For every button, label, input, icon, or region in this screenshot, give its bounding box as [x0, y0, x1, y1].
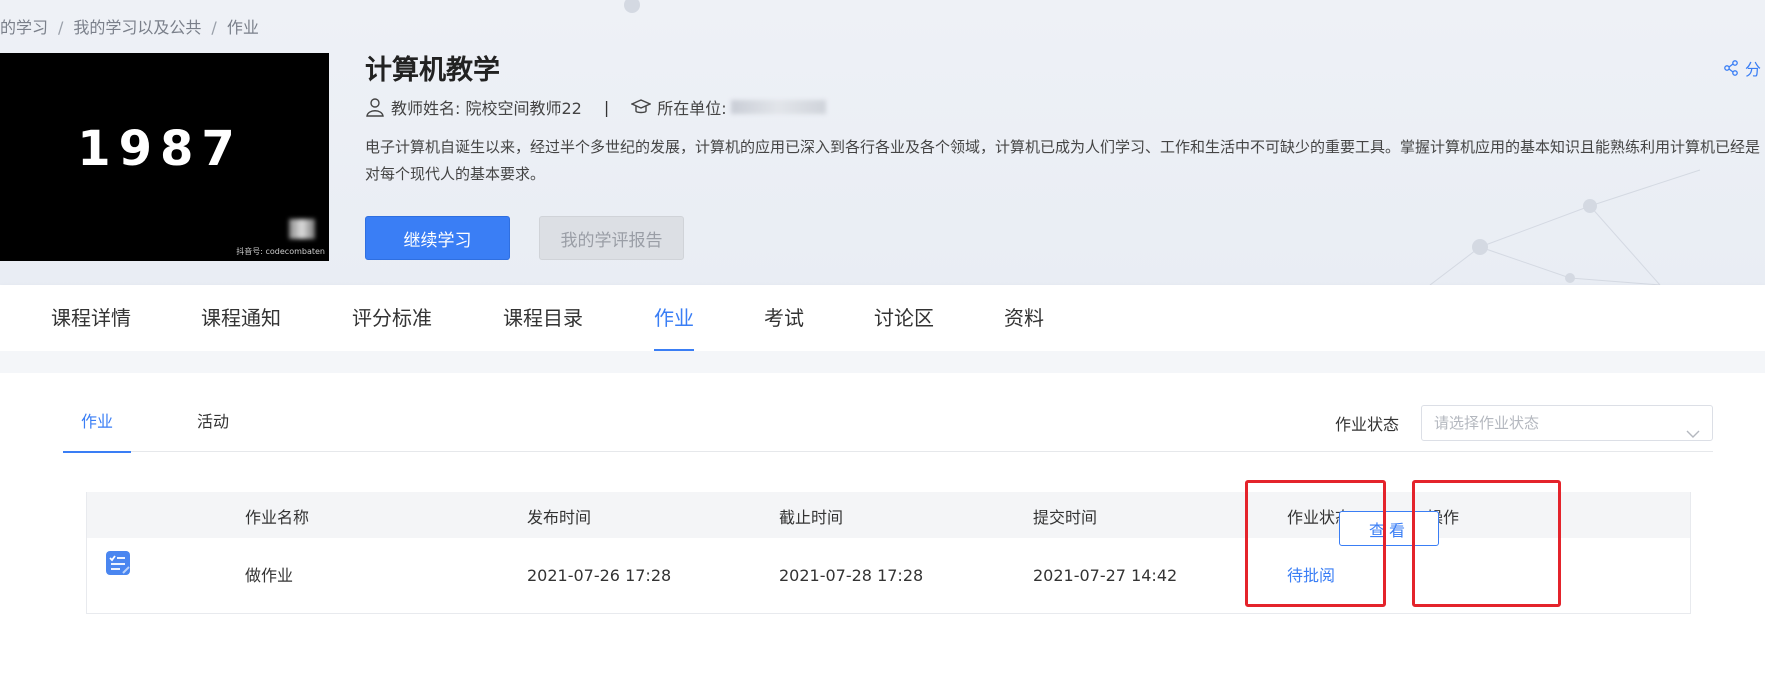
cover-number: 1987 [77, 121, 243, 177]
continue-learning-button[interactable]: 继续学习 [365, 216, 510, 260]
status-filter-placeholder: 请选择作业状态 [1434, 414, 1540, 432]
course-cover-image: 1987 抖音号: codecombaten [0, 53, 329, 261]
tab-assignments[interactable]: 作业 [654, 285, 694, 351]
share-icon [1723, 60, 1739, 76]
breadcrumb-item[interactable]: 的学习 [0, 18, 48, 37]
cell-assignment-name: 做作业 [245, 566, 294, 585]
cell-deadline: 2021-07-28 17:28 [779, 566, 924, 585]
header-publish-time: 发布时间 [527, 508, 592, 527]
cover-redacted-area [289, 219, 315, 239]
status-filter-label: 作业状态 [1335, 415, 1400, 434]
header-assignment-name: 作业名称 [245, 508, 310, 527]
share-button[interactable]: 分 [1723, 56, 1761, 80]
header-submit-time: 提交时间 [1033, 508, 1098, 527]
tab-grading-criteria[interactable]: 评分标准 [352, 285, 432, 351]
graduation-cap-icon [631, 97, 652, 117]
course-tabs: 课程详情 课程通知 评分标准 课程目录 作业 考试 讨论区 资料 [0, 285, 1765, 351]
breadcrumb-current: 作业 [226, 18, 259, 37]
assignment-checklist-icon [105, 550, 131, 576]
breadcrumb-item[interactable]: 我的学习以及公共 [73, 18, 201, 37]
cover-watermark: 抖音号: codecombaten [236, 247, 325, 256]
course-header: 的学习 / 我的学习以及公共 / 作业 1987 抖音号: codecombaten 计… [0, 0, 1765, 285]
tab-course-catalog[interactable]: 课程目录 [503, 285, 583, 351]
subtab-assignments[interactable]: 作业 [63, 400, 131, 453]
learning-report-button[interactable]: 我的学评报告 [539, 216, 684, 260]
status-filter-select[interactable]: 请选择作业状态 [1421, 405, 1713, 441]
tab-course-details[interactable]: 课程详情 [51, 285, 131, 351]
header-deadline: 截止时间 [779, 508, 844, 527]
unit-value-redacted [730, 100, 826, 114]
chevron-down-icon [1686, 417, 1700, 451]
subtab-activities[interactable]: 活动 [177, 400, 249, 452]
cell-publish-time: 2021-07-26 17:28 [527, 566, 672, 585]
course-description: 电子计算机自诞生以来，经过半个多世纪的发展，计算机的应用已深入到各行各业及各个领… [365, 138, 1761, 183]
course-meta: 教师姓名: 院校空间教师22 | 所在单位: [365, 95, 826, 119]
highlight-box-actions [1412, 480, 1561, 607]
meta-divider: | [603, 97, 610, 117]
teacher-name: 教师姓名: 院校空间教师22 [391, 99, 582, 118]
unit-label: 所在单位: [657, 99, 727, 118]
breadcrumb: 的学习 / 我的学习以及公共 / 作业 [0, 14, 259, 38]
tab-exams[interactable]: 考试 [764, 285, 804, 351]
share-label: 分 [1745, 60, 1762, 79]
course-title: 计算机教学 [365, 55, 500, 86]
highlight-box-status [1245, 480, 1386, 607]
teacher-icon [365, 97, 385, 117]
cell-submit-time: 2021-07-27 14:42 [1033, 566, 1178, 585]
breadcrumb-separator: / [211, 18, 217, 37]
breadcrumb-separator: / [58, 18, 64, 37]
section-gap [0, 351, 1765, 373]
tab-discussion[interactable]: 讨论区 [874, 285, 934, 351]
tab-course-notices[interactable]: 课程通知 [201, 285, 281, 351]
tab-materials[interactable]: 资料 [1004, 285, 1044, 351]
